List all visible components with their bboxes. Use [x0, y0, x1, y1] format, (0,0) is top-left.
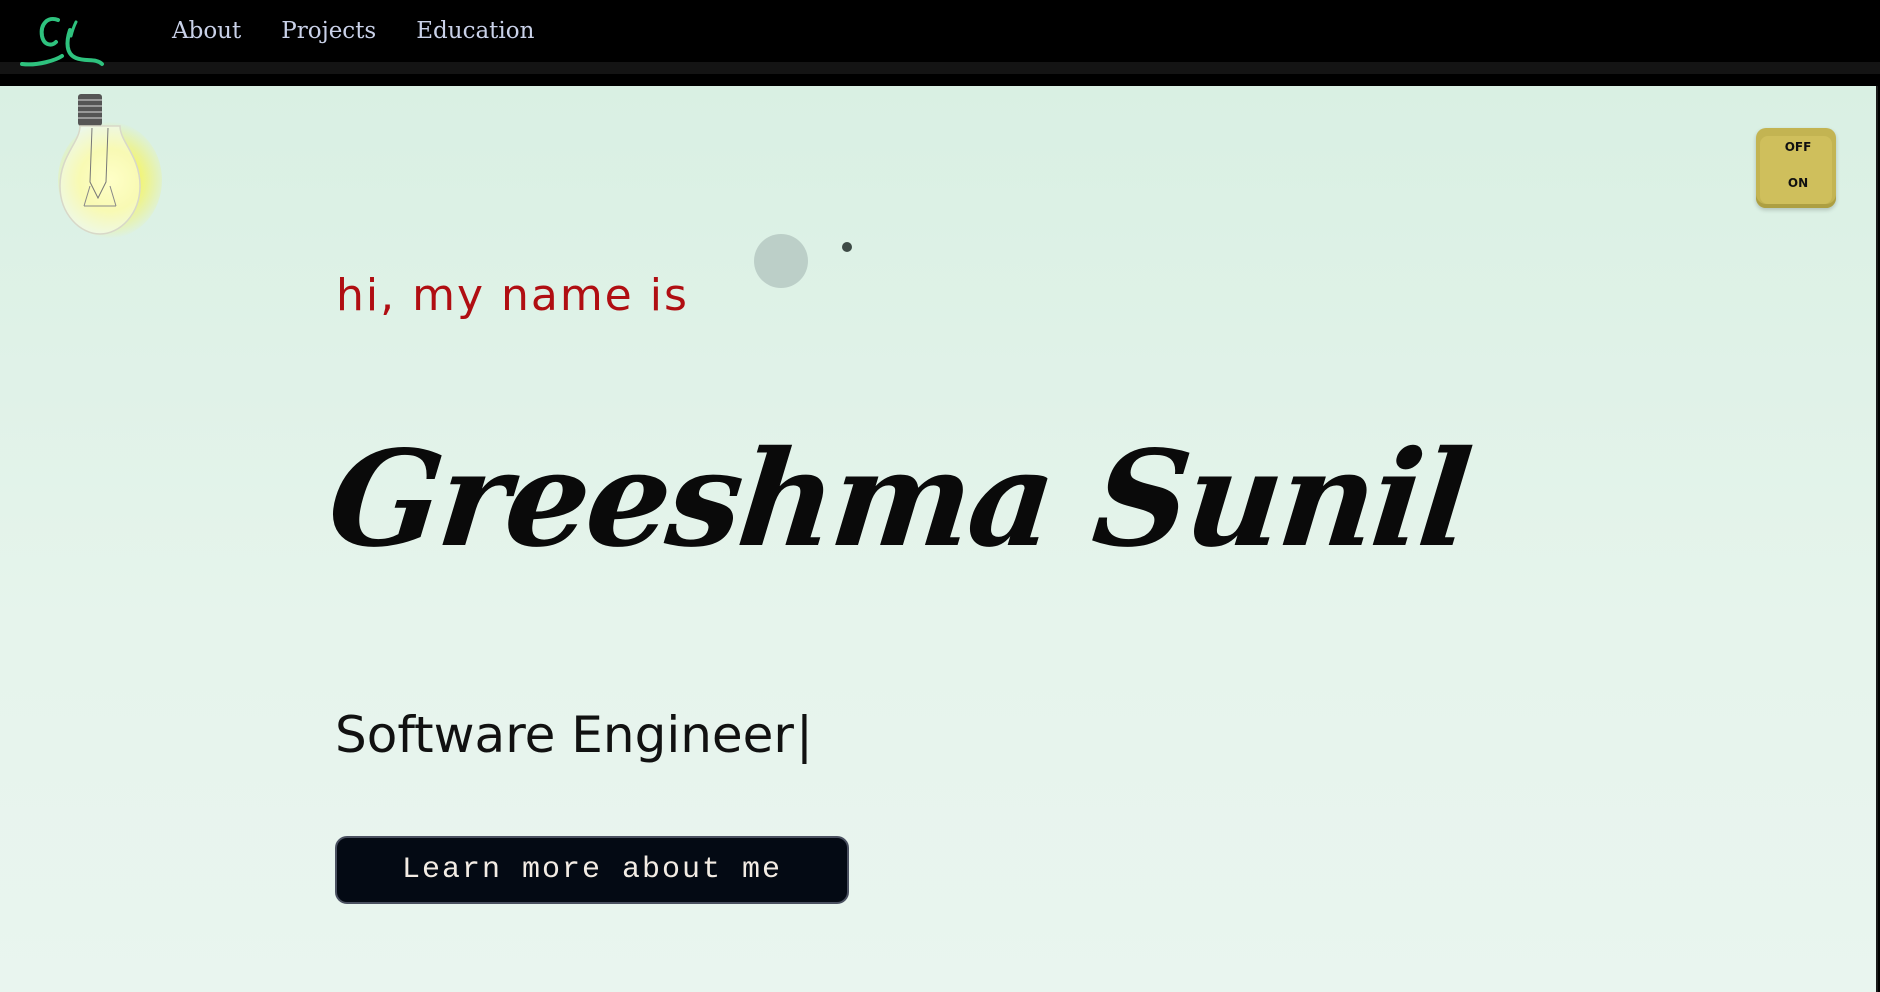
nav-link-education[interactable]: Education [416, 18, 534, 44]
hero-section: OFF ON hi, my name is Greeshma Sunil Sof… [0, 86, 1878, 992]
cursor-dot [842, 242, 852, 252]
cursor-follower-circle [754, 234, 808, 288]
role-typewriter: Software Engineer| [335, 706, 813, 764]
nav-link-projects[interactable]: Projects [281, 18, 376, 44]
role-text: Software Engineer [335, 706, 794, 764]
top-navbar: About Projects Education [0, 0, 1880, 74]
switch-off-label: OFF [1784, 140, 1812, 154]
nav-links: About Projects Education [172, 18, 534, 44]
nav-link-about[interactable]: About [172, 18, 241, 44]
greeting-text: hi, my name is [336, 270, 689, 321]
lightbulb-icon [40, 86, 162, 246]
hero-name: Greeshma Sunil [321, 422, 1476, 577]
gs-logo-icon[interactable] [18, 12, 106, 70]
learn-more-button[interactable]: Learn more about me [335, 836, 849, 904]
light-toggle-switch[interactable]: OFF ON [1756, 128, 1836, 208]
switch-on-label: ON [1787, 176, 1809, 190]
typing-cursor: | [795, 706, 813, 764]
